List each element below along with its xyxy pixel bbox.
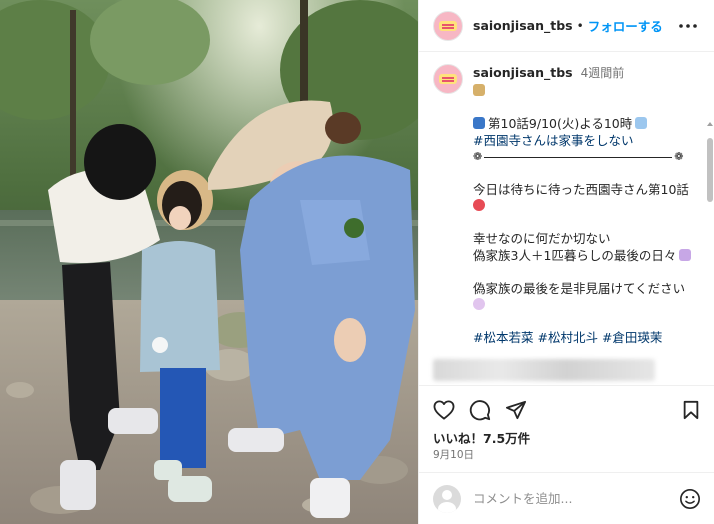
- scroll-thumb[interactable]: [707, 138, 713, 202]
- caption-line-empty: [473, 165, 701, 182]
- blurred-comment: [433, 358, 655, 381]
- sparkle-emoji-icon: [679, 248, 692, 261]
- post-photo[interactable]: [0, 0, 418, 524]
- comment-bubble-icon: [469, 400, 491, 421]
- caption-text: 第10話9/10(火)よる10時 #西園寺さんは家事をしない ❁ ❁ 今日は待ち…: [473, 83, 701, 347]
- face-emoji-icon: [473, 199, 485, 211]
- more-options-button[interactable]: [676, 14, 700, 38]
- post-header: saionjisan_tbs • フォローする: [419, 0, 714, 52]
- blurred-comment-row: [419, 358, 714, 381]
- caption-emoji-line-3: [473, 297, 701, 314]
- caption-line-empty: [473, 264, 701, 281]
- separator-dot: •: [576, 18, 584, 33]
- caption-row: saionjisan_tbs 4週間前 第10話9/10(火)よる10時 #西園…: [419, 52, 714, 347]
- comment-bar: [419, 472, 714, 524]
- caption-line-4: 幸せなのに何だか切ない: [473, 231, 611, 246]
- caption-scrollbar[interactable]: [707, 122, 713, 385]
- episode-text: 第10話9/10(火)よる10時: [488, 116, 633, 131]
- like-button[interactable]: [433, 396, 461, 424]
- user-avatar: [433, 484, 461, 513]
- caption-emoji-line-2: [473, 198, 701, 215]
- heart-icon: [433, 400, 455, 420]
- follow-button[interactable]: フォローする: [588, 16, 663, 35]
- hashtag-main[interactable]: #西園寺さんは家事をしない: [473, 133, 701, 150]
- caption-emoji-line: [473, 83, 701, 100]
- caption-divider: ❁ ❁: [473, 149, 701, 165]
- caption-line-episode: 第10話9/10(火)よる10時: [473, 116, 701, 133]
- post-date[interactable]: 9月10日: [433, 447, 474, 462]
- hashtag-3[interactable]: #倉田瑛茉: [602, 330, 662, 345]
- post-actions: [433, 396, 700, 424]
- post-side-panel: saionjisan_tbs • フォローする saionjisan_tbs 4…: [418, 0, 714, 524]
- hashtag-2[interactable]: #松村北斗: [537, 330, 597, 345]
- caption-header: saionjisan_tbs 4週間前: [473, 64, 701, 81]
- emoji-icon: [473, 84, 485, 96]
- hashtag-line: #松本若菜 #松村北斗 #倉田瑛茉: [473, 330, 701, 347]
- bookmark-icon: [683, 400, 699, 420]
- caption-line-6: 偽家族の最後を是非見届けてください: [473, 280, 686, 296]
- more-horizontal-icon: [679, 23, 697, 28]
- caption-line-5: 偽家族3人＋1匹暮らしの最後の日々: [473, 248, 701, 265]
- paper-plane-icon: [505, 400, 526, 420]
- profile-avatar[interactable]: [433, 10, 463, 41]
- hashtag-1[interactable]: #松本若菜: [473, 330, 533, 345]
- tv-emoji-icon: [473, 117, 485, 129]
- caption-line-empty: [473, 100, 701, 117]
- comment-button[interactable]: [469, 396, 497, 424]
- share-button[interactable]: [505, 396, 533, 424]
- caption-line-empty: [473, 314, 701, 331]
- caption-avatar[interactable]: [433, 64, 463, 94]
- caption-time[interactable]: 4週間前: [581, 66, 625, 80]
- comment-input[interactable]: [473, 491, 663, 506]
- like-count[interactable]: いいね！7.5万件: [433, 428, 530, 447]
- caption-line-3: 今日は待ちに待った西園寺さん第10話: [473, 181, 689, 197]
- divider-flower-right: ❁: [674, 149, 684, 163]
- header-username[interactable]: saionjisan_tbs: [473, 18, 573, 33]
- caption-username[interactable]: saionjisan_tbs: [473, 65, 573, 80]
- bubble-emoji-icon: [473, 298, 485, 310]
- divider-flower-left: ❁: [473, 149, 483, 163]
- caption-line-empty: [473, 215, 701, 232]
- divider-bar: [484, 156, 673, 158]
- scroll-up-arrow-icon[interactable]: [707, 122, 713, 126]
- caption-body: saionjisan_tbs 4週間前 第10話9/10(火)よる10時 #西園…: [473, 64, 701, 347]
- caption-scroll-area[interactable]: saionjisan_tbs 4週間前 第10話9/10(火)よる10時 #西園…: [419, 52, 714, 386]
- star-emoji-icon: [635, 117, 648, 129]
- caption-line-5-text: 偽家族3人＋1匹暮らしの最後の日々: [473, 247, 677, 263]
- emoji-picker-button[interactable]: [679, 488, 701, 510]
- save-button[interactable]: [672, 396, 700, 424]
- smiley-icon: [680, 488, 700, 509]
- photo-scene: [0, 0, 418, 524]
